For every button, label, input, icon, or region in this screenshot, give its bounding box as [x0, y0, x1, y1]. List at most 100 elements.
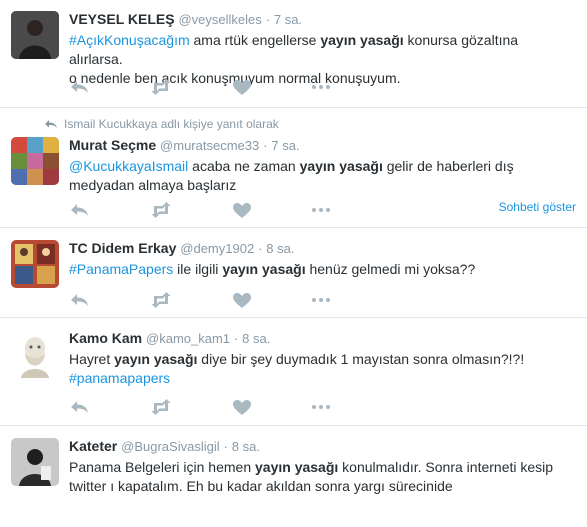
retweet-icon: [151, 292, 171, 308]
author-handle[interactable]: @veysellkeles: [178, 12, 261, 27]
text-segment: Panama Belgeleri için hemen: [69, 459, 255, 475]
tweet-line: Panama Belgeleri için hemen yayın yasağı…: [69, 458, 574, 477]
tweet-text: Panama Belgeleri için hemen yayın yasağı…: [69, 458, 574, 496]
highlighted-keyword: yayın yasağı: [299, 158, 383, 174]
separator-dot: ·: [265, 12, 270, 27]
mention-link[interactable]: @KucukkayaIsmail: [69, 158, 188, 174]
more-icon: [312, 85, 330, 89]
timestamp[interactable]: 8 sa.: [266, 241, 294, 256]
reply-arrow-icon: [45, 120, 57, 128]
tweet-line: Hayret yayın yasağı diye bir şey duymadı…: [69, 350, 574, 369]
tweet-line: @KucukkayaIsmail acaba ne zaman yayın ya…: [69, 157, 574, 176]
more-icon: [312, 405, 330, 409]
reply-button[interactable]: [69, 291, 91, 309]
like-icon: [233, 293, 251, 308]
reply-button[interactable]: [69, 201, 91, 219]
reply-context-label: Ismail Kucukkaya adlı kişiye yanıt olara…: [64, 117, 279, 131]
text-segment: acaba ne zaman: [188, 158, 300, 174]
tweet-text: #PanamaPapers ile ilgili yayın yasağı he…: [69, 260, 574, 279]
separator-dot: ·: [233, 331, 239, 346]
author-handle[interactable]: @muratsecme33: [160, 138, 259, 153]
author-handle[interactable]: @kamo_kam1: [146, 331, 230, 346]
highlighted-keyword: yayın yasağı: [255, 459, 339, 475]
reply-icon: [71, 81, 88, 93]
text-segment: henüz gelmedi mi yoksa??: [305, 261, 476, 277]
tweet-line: #PanamaPapers ile ilgili yayın yasağı he…: [69, 260, 574, 279]
text-segment: diye bir şey duymadık 1 mayıstan sonra o…: [197, 351, 525, 367]
author-name[interactable]: TC Didem Erkay: [69, 240, 176, 256]
tweet[interactable]: Kateter @BugraSivasligil · 8 sa. Panama …: [0, 427, 587, 527]
tweet-line: medyadan almaya başlarız: [69, 176, 574, 195]
timestamp[interactable]: 8 sa.: [232, 439, 260, 454]
more-button[interactable]: [310, 398, 332, 416]
more-icon: [312, 298, 330, 302]
tweet[interactable]: Kamo Kam @kamo_kam1 · 8 sa. Hayret yayın…: [0, 319, 587, 426]
retweet-button[interactable]: [150, 291, 172, 309]
retweet-icon: [151, 79, 171, 95]
highlighted-keyword: yayın yasağı: [114, 351, 198, 367]
reply-context[interactable]: Ismail Kucukkaya adlı kişiye yanıt olara…: [44, 117, 279, 131]
tweet-text: @KucukkayaIsmail acaba ne zaman yayın ya…: [69, 157, 574, 195]
separator-dot: ·: [223, 439, 228, 454]
reply-button[interactable]: [69, 398, 91, 416]
text-segment: Hayret: [69, 351, 115, 367]
user-avatar-icon: [11, 330, 59, 378]
tweet[interactable]: TC Didem Erkay @demy1902 · 8 sa. #Panama…: [0, 229, 587, 318]
text-segment: twitter ı kapatalım. Eh bu kadar akıldan…: [69, 478, 453, 494]
author-name[interactable]: VEYSEL KELEŞ: [69, 11, 175, 27]
author-name[interactable]: Kamo Kam: [69, 330, 142, 346]
user-avatar-icon: [11, 240, 59, 288]
retweet-button[interactable]: [150, 201, 172, 219]
like-button[interactable]: [231, 78, 253, 96]
reply-icon: [71, 294, 88, 306]
highlighted-keyword: yayın yasağı: [222, 261, 306, 277]
author-handle[interactable]: @BugraSivasligil: [121, 439, 219, 454]
separator-dot: ·: [258, 241, 263, 256]
show-conversation-link[interactable]: Sohbeti göster: [499, 200, 576, 214]
like-icon: [233, 80, 251, 95]
reply-icon: [71, 204, 88, 216]
retweet-button[interactable]: [150, 398, 172, 416]
like-button[interactable]: [231, 398, 253, 416]
hashtag-link[interactable]: #AçıkKonuşacağım: [69, 32, 190, 48]
text-segment: konulmalıdır. Sonra interneti kesip: [338, 459, 554, 475]
more-button[interactable]: [310, 291, 332, 309]
author-name[interactable]: Kateter: [69, 438, 117, 454]
reply-button[interactable]: [69, 78, 91, 96]
hashtag-link[interactable]: #panamapapers: [69, 370, 170, 386]
more-button[interactable]: [310, 201, 332, 219]
like-button[interactable]: [231, 201, 253, 219]
tweet[interactable]: Ismail Kucukkaya adlı kişiye yanıt olara…: [0, 109, 587, 228]
timestamp[interactable]: 8 sa.: [242, 331, 270, 346]
timestamp[interactable]: 7 sa.: [271, 138, 299, 153]
author-handle[interactable]: @demy1902: [180, 241, 254, 256]
retweet-button[interactable]: [150, 78, 172, 96]
user-avatar-icon: [11, 438, 59, 486]
avatar[interactable]: [11, 11, 59, 59]
like-icon: [233, 400, 251, 415]
reply-icon: [71, 401, 88, 413]
tweet-line: #AçıkKonuşacağım ama rtük engellerse yay…: [69, 31, 574, 69]
tweet[interactable]: VEYSEL KELEŞ @veysellkeles · 7 sa. #Açık…: [0, 0, 587, 108]
text-segment: ama rtük engellerse: [189, 32, 321, 48]
user-avatar-icon: [11, 137, 59, 185]
tweet-text: Hayret yayın yasağı diye bir şey duymadı…: [69, 350, 574, 388]
more-icon: [312, 208, 330, 212]
timestamp[interactable]: 7 sa.: [274, 12, 302, 27]
like-button[interactable]: [231, 291, 253, 309]
avatar[interactable]: [11, 137, 59, 185]
text-segment: ile ilgili: [173, 261, 223, 277]
separator-dot: ·: [263, 138, 268, 153]
retweet-icon: [151, 202, 171, 218]
highlighted-keyword: yayın yasağı: [320, 32, 404, 48]
avatar[interactable]: [11, 330, 59, 378]
avatar[interactable]: [11, 240, 59, 288]
retweet-icon: [151, 399, 171, 415]
text-segment: medyadan almaya başlarız: [69, 177, 237, 193]
more-button[interactable]: [310, 78, 332, 96]
hashtag-link[interactable]: #PanamaPapers: [69, 261, 173, 277]
author-name[interactable]: Murat Seçme: [69, 137, 156, 153]
tweet-line: twitter ı kapatalım. Eh bu kadar akıldan…: [69, 477, 574, 496]
avatar[interactable]: [11, 438, 59, 486]
like-icon: [233, 203, 251, 218]
